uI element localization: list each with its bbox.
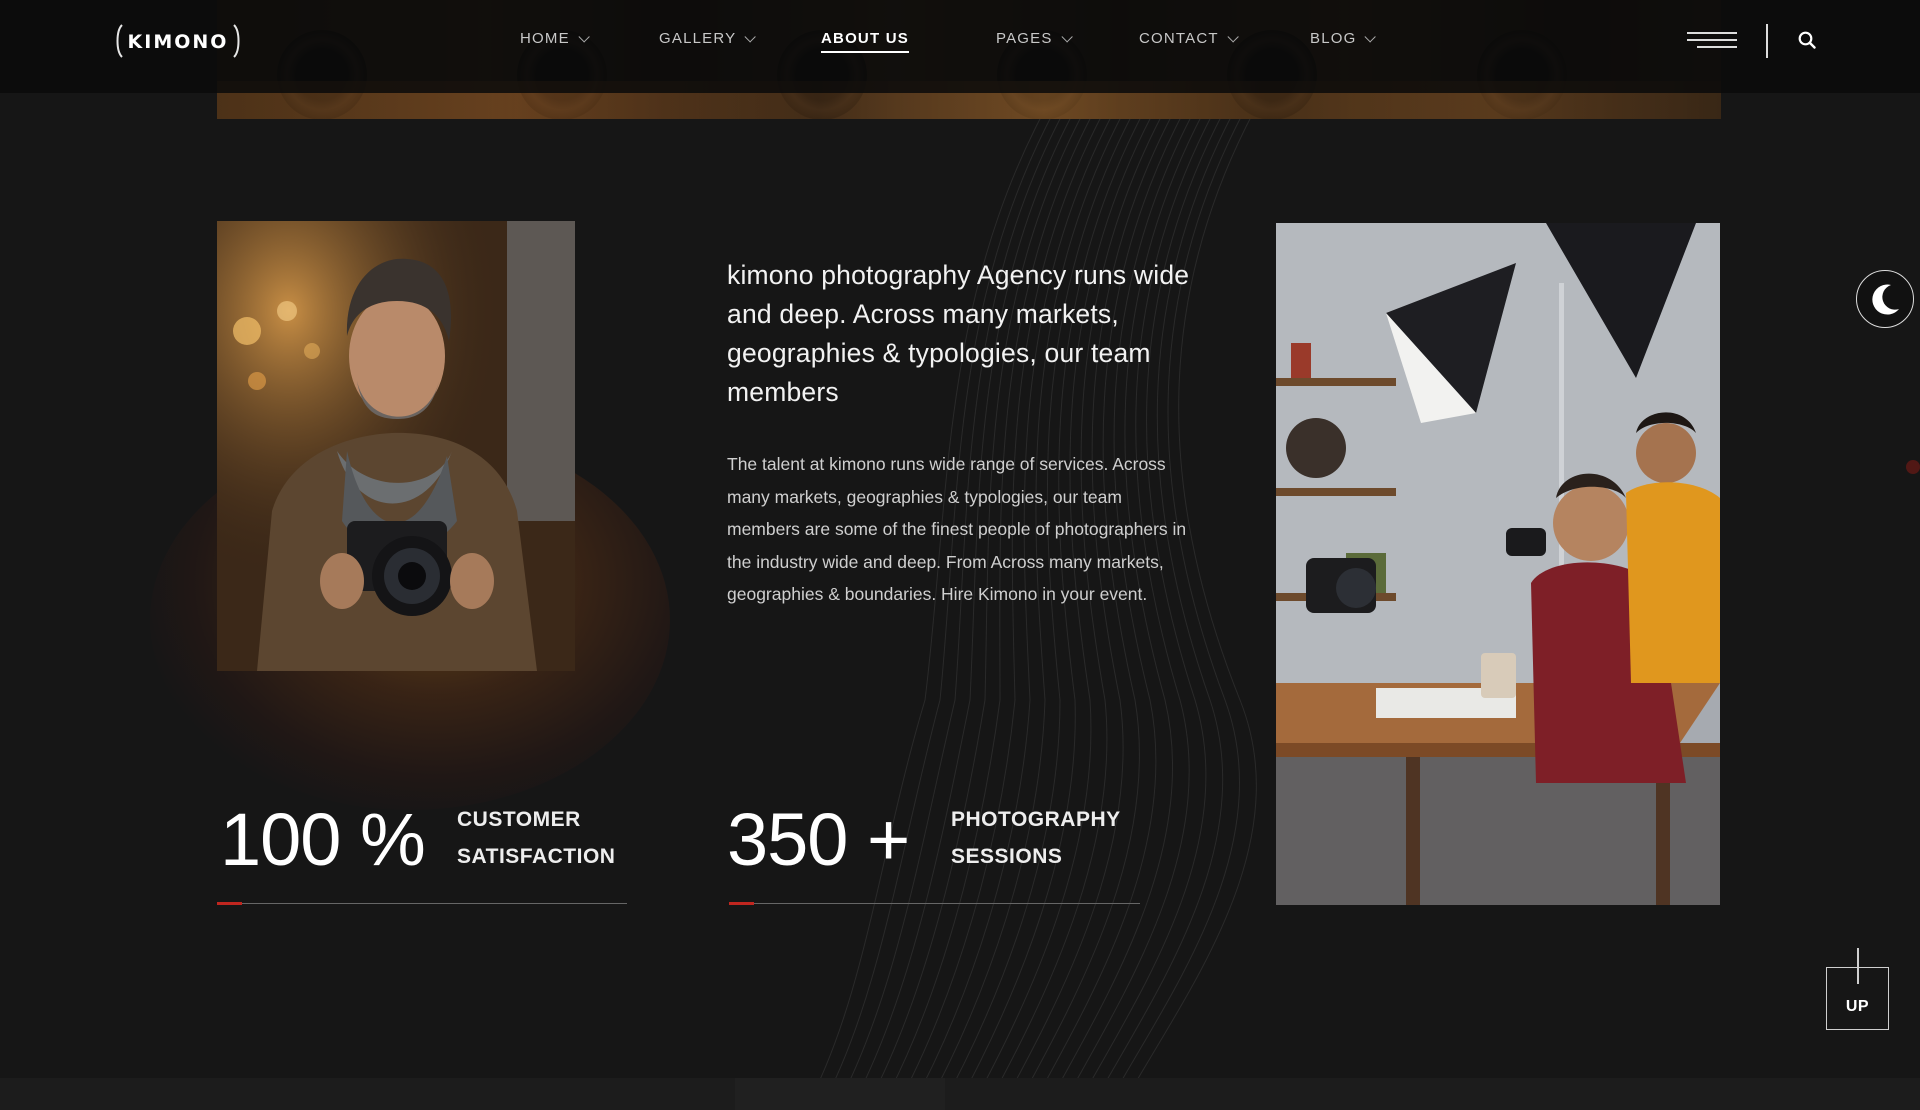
nav-item-label: GALLERY xyxy=(659,30,737,47)
nav-item-label: HOME xyxy=(520,30,570,47)
nav-item-label: BLOG xyxy=(1310,30,1357,47)
stat-label: PHOTOGRAPHY SESSIONS xyxy=(951,801,1121,875)
about-body: The talent at kimono runs wide range of … xyxy=(727,454,1187,604)
stat-accent-bar xyxy=(217,902,242,905)
chevron-down-icon xyxy=(744,30,757,43)
chevron-down-icon xyxy=(1364,30,1377,43)
nav-item-blog[interactable]: BLOG xyxy=(1310,30,1377,47)
nav-item-about-us[interactable]: ABOUT US xyxy=(821,30,909,53)
nav-item-label: ABOUT US xyxy=(821,30,909,47)
next-section-edge xyxy=(0,1078,1920,1110)
photographer-portrait-image xyxy=(217,221,575,671)
nav-item-label: CONTACT xyxy=(1139,30,1219,47)
theme-toggle-button[interactable] xyxy=(1856,270,1914,328)
studio-photo-image xyxy=(1276,223,1720,905)
page: KIMONO HOME GALLERY ABOUT US PAGES CONTA… xyxy=(0,0,1920,1110)
about-heading: kimono photography Agency runs wide and … xyxy=(727,260,1190,407)
stat-value: 350 + xyxy=(727,798,910,881)
stat-label-line: SESSIONS xyxy=(951,845,1063,868)
hamburger-icon[interactable] xyxy=(1687,32,1737,48)
nav-item-gallery[interactable]: GALLERY xyxy=(659,30,757,47)
site-header: KIMONO HOME GALLERY ABOUT US PAGES CONTA… xyxy=(0,0,1920,93)
search-icon[interactable] xyxy=(1798,31,1816,49)
nav-item-contact[interactable]: CONTACT xyxy=(1139,30,1239,47)
kimono-logo-icon: KIMONO xyxy=(116,24,240,58)
stat-underline xyxy=(729,903,1140,904)
header-divider xyxy=(1766,24,1768,58)
decorative-dot xyxy=(1906,460,1920,474)
logo-text: KIMONO xyxy=(128,31,229,53)
stat-label-line: SATISFACTION xyxy=(457,845,616,868)
stat-label: CUSTOMER SATISFACTION xyxy=(457,801,615,875)
stat-value: 100 % xyxy=(220,798,426,881)
stat-underline xyxy=(217,903,627,904)
scroll-to-top-line xyxy=(1857,948,1859,984)
chevron-down-icon xyxy=(1061,30,1073,43)
nav-item-home[interactable]: HOME xyxy=(520,30,590,47)
stat-accent-bar xyxy=(729,902,754,905)
about-copy: kimono photography Agency runs wide and … xyxy=(727,256,1197,611)
chevron-down-icon xyxy=(578,30,590,43)
nav-item-pages[interactable]: PAGES xyxy=(996,30,1073,47)
stat-label-line: CUSTOMER xyxy=(457,808,581,831)
chevron-down-icon xyxy=(1227,30,1239,43)
scroll-to-top-label: UP xyxy=(1845,998,1870,1015)
next-section-block xyxy=(735,1078,945,1110)
moon-icon xyxy=(1872,284,1899,315)
stat-label-line: PHOTOGRAPHY xyxy=(951,808,1121,831)
site-logo[interactable]: KIMONO xyxy=(114,22,242,60)
nav-item-label: PAGES xyxy=(996,30,1053,47)
